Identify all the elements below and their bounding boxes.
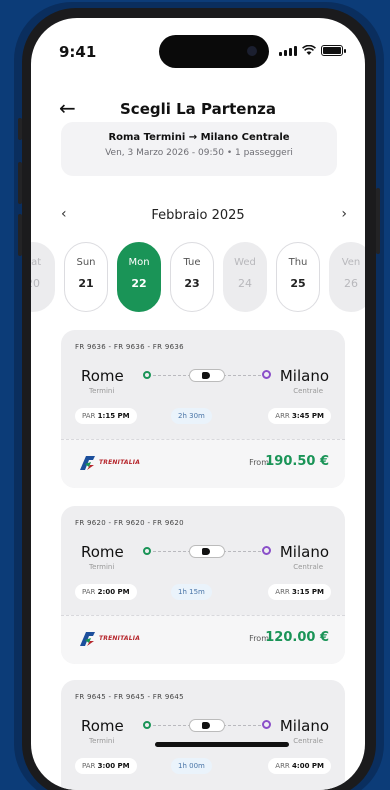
trip-duration: 1h 15m xyxy=(171,584,212,600)
volume-up-button xyxy=(18,162,22,204)
day-name: Thu xyxy=(288,257,308,268)
train-icon xyxy=(189,545,225,558)
wifi-icon xyxy=(302,45,316,55)
trip-duration: 1h 00m xyxy=(171,758,212,774)
day-sat: Sat 20 xyxy=(31,242,55,312)
date-strip: Sat 20 Sun 21 Mon 22 Tue 23 Wed 24 Thu 2… xyxy=(31,242,365,312)
price-value: 120.00 € xyxy=(265,630,329,645)
origin-dot-icon xyxy=(143,371,151,379)
price-value: 190.50 € xyxy=(265,454,329,469)
day-name: Mon xyxy=(128,257,150,268)
train-icon xyxy=(189,719,225,732)
operator-name: TRENITALIA xyxy=(99,459,141,466)
day-number: 20 xyxy=(31,277,40,290)
day-mon[interactable]: Mon 22 xyxy=(117,242,161,312)
camera-icon xyxy=(247,46,257,56)
trenitalia-logo-icon xyxy=(80,456,95,470)
destination-pin-icon xyxy=(262,546,271,555)
volume-down-button xyxy=(18,214,22,256)
trenitalia-logo-icon xyxy=(80,632,95,646)
departure-time: PAR 3:00 PM xyxy=(75,758,137,774)
arrival-city: Milano xyxy=(279,367,329,385)
day-number: 25 xyxy=(290,277,306,290)
route-line xyxy=(143,369,271,382)
app-screen: 9:41 ← Scegli La Partenza Roma Termini →… xyxy=(31,18,365,790)
arrival-city: Milano xyxy=(279,717,329,735)
departure-station: Termini xyxy=(89,387,115,395)
route-line xyxy=(143,719,271,732)
day-name: Sun xyxy=(76,257,96,268)
route-line xyxy=(143,545,271,558)
day-number: 26 xyxy=(344,277,358,290)
train-icon xyxy=(189,369,225,382)
dynamic-island xyxy=(159,35,269,68)
day-tue[interactable]: Tue 23 xyxy=(170,242,214,312)
day-sun[interactable]: Sun 21 xyxy=(64,242,108,312)
day-thu[interactable]: Thu 25 xyxy=(276,242,320,312)
trenitalia-logo: TRENITALIA xyxy=(77,628,167,654)
departure-city: Rome xyxy=(81,717,124,735)
arrival-city: Milano xyxy=(279,543,329,561)
day-number: 22 xyxy=(131,277,147,290)
route-details: Ven, 3 Marzo 2026 - 09:50 • 1 passeggeri xyxy=(105,148,293,158)
trip-duration: 2h 30m xyxy=(171,408,212,424)
status-time: 9:41 xyxy=(59,43,97,61)
power-button xyxy=(376,188,380,254)
day-name: Ven xyxy=(341,257,361,268)
departure-city: Rome xyxy=(81,367,124,385)
trenitalia-logo: TRENITALIA xyxy=(77,452,167,478)
day-number: 24 xyxy=(238,277,252,290)
departure-station: Termini xyxy=(89,737,115,745)
page-title: Scegli La Partenza xyxy=(120,100,276,118)
status-bar: 9:41 xyxy=(31,18,365,80)
arrival-station: Centrale xyxy=(293,563,323,571)
train-card[interactable]: FR 9636 - FR 9636 - FR 9636 Rome Termini… xyxy=(61,330,345,488)
departure-city: Rome xyxy=(81,543,124,561)
train-codes: FR 9636 - FR 9636 - FR 9636 xyxy=(75,343,184,351)
month-label: Febbraio 2025 xyxy=(151,208,245,223)
month-selector: ‹ Febbraio 2025 › xyxy=(31,206,365,226)
route-stations: Roma Termini → Milano Centrale xyxy=(108,132,290,143)
arrival-station: Centrale xyxy=(293,737,323,745)
day-number: 23 xyxy=(184,277,200,290)
day-wed: Wed 24 xyxy=(223,242,267,312)
chevron-right-icon[interactable]: › xyxy=(341,206,347,222)
arrival-station: Centrale xyxy=(293,387,323,395)
train-codes: FR 9645 - FR 9645 - FR 9645 xyxy=(75,693,184,701)
battery-icon xyxy=(321,45,346,56)
departure-station: Termini xyxy=(89,563,115,571)
day-number: 21 xyxy=(78,277,94,290)
destination-pin-icon xyxy=(262,370,271,379)
day-name: Wed xyxy=(234,257,256,268)
home-indicator xyxy=(155,742,289,747)
status-icons xyxy=(279,45,346,56)
arrival-time: ARR 3:45 PM xyxy=(268,408,331,424)
route-summary-card[interactable]: Roma Termini → Milano Centrale Ven, 3 Ma… xyxy=(61,122,337,176)
train-card-footer: TRENITALIA From 120.00 € xyxy=(61,615,345,664)
departure-time: PAR 1:15 PM xyxy=(75,408,137,424)
destination-pin-icon xyxy=(262,720,271,729)
day-ven: Ven 26 xyxy=(329,242,365,312)
day-name: Tue xyxy=(183,257,201,268)
arrival-time: ARR 3:15 PM xyxy=(268,584,331,600)
train-card[interactable]: FR 9620 - FR 9620 - FR 9620 Rome Termini… xyxy=(61,506,345,664)
departure-time: PAR 2:00 PM xyxy=(75,584,137,600)
train-card-footer: TRENITALIA From 190.50 € xyxy=(61,439,345,488)
day-name: Sat xyxy=(31,257,42,268)
operator-name: TRENITALIA xyxy=(99,635,141,642)
train-codes: FR 9620 - FR 9620 - FR 9620 xyxy=(75,519,184,527)
origin-dot-icon xyxy=(143,721,151,729)
origin-dot-icon xyxy=(143,547,151,555)
mute-switch xyxy=(18,118,22,140)
train-card[interactable]: FR 9645 - FR 9645 - FR 9645 Rome Termini… xyxy=(61,680,345,790)
arrival-time: ARR 4:00 PM xyxy=(268,758,331,774)
signal-icon xyxy=(279,46,297,56)
